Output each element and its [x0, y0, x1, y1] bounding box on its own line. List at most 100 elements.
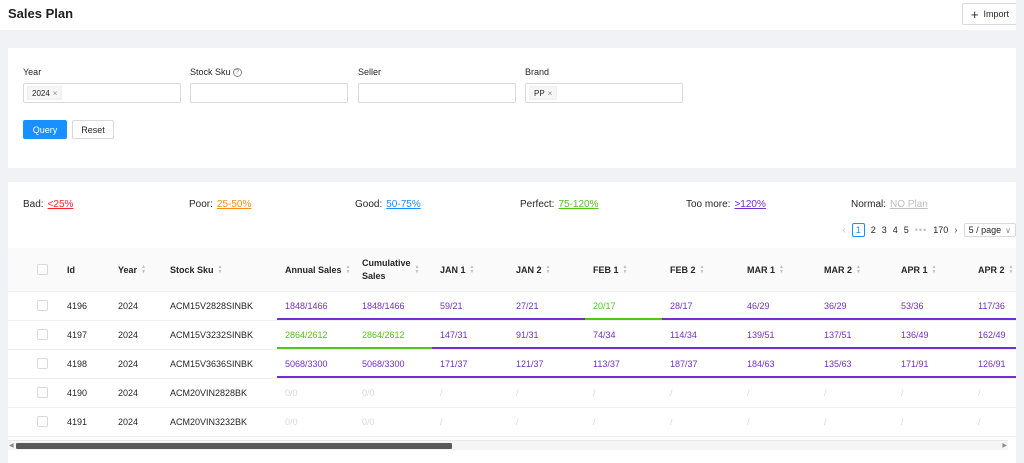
cell-sales-value: 5068/3300 [285, 358, 328, 369]
column-header[interactable]: Stock Sku ▲ ▼ [170, 248, 222, 292]
cell-sales-value: 121/37 [516, 358, 544, 369]
scroll-right-icon[interactable]: ▶ [1002, 442, 1007, 449]
cell-sales-value: 91/31 [516, 329, 539, 340]
scrollbar-thumb[interactable] [16, 443, 452, 449]
import-button[interactable]: + Import [961, 3, 1018, 25]
cell-year: 2024 [118, 358, 139, 369]
status-underline [508, 318, 585, 320]
column-header[interactable]: Annual Sales ▲ ▼ [285, 248, 350, 292]
status-underline [739, 318, 816, 320]
sort-icon[interactable]: ▲ ▼ [470, 265, 475, 275]
legend-item: Too more: >120% [686, 199, 766, 210]
column-header[interactable]: JAN 2 ▲ ▼ [516, 248, 550, 292]
page-title: Sales Plan [8, 6, 74, 21]
column-header[interactable]: Year ▲ ▼ [118, 248, 146, 292]
table-row[interactable]: 4196 2024 ACM15V2828SINBK 1848/1466 1848/146… [8, 292, 1024, 321]
horizontal-scrollbar[interactable]: ◀ ▶ [8, 440, 1008, 450]
column-header-label: Id [67, 265, 75, 275]
column-header[interactable]: JAN 1 ▲ ▼ [440, 248, 474, 292]
cell-sales-value: 139/51 [747, 329, 775, 340]
page-4[interactable]: 4 [893, 225, 898, 235]
column-header[interactable]: FEB 1 ▲ ▼ [593, 248, 627, 292]
tag-close-icon[interactable]: × [548, 89, 553, 98]
page-2[interactable]: 2 [871, 225, 876, 235]
sort-icon[interactable]: ▲ ▼ [346, 265, 351, 275]
sort-icon[interactable]: ▲ ▼ [415, 265, 420, 275]
brand-select[interactable]: PP × [525, 83, 683, 103]
year-select[interactable]: 2024 × [23, 83, 181, 103]
column-header-label: Cumulative Sales [362, 258, 411, 281]
stock-sku-input[interactable] [190, 83, 348, 103]
column-header[interactable]: APR 1 ▲ ▼ [901, 248, 936, 292]
brand-label: Brand [525, 67, 550, 77]
table-row[interactable]: 4190 2024 ACM20VIN2828BK 0/0 0/0 / / / / / / / / [8, 379, 1024, 408]
sort-icon[interactable]: ▲ ▼ [700, 265, 705, 275]
row-checkbox[interactable] [37, 358, 48, 369]
sort-icon[interactable]: ▲ ▼ [546, 265, 551, 275]
cell-sales-value: / [901, 416, 904, 427]
table-row[interactable]: 4198 2024 ACM15V3636SINBK 5068/3300 5068/330… [8, 350, 1024, 379]
page-3[interactable]: 3 [882, 225, 887, 235]
help-icon[interactable]: ? [232, 68, 242, 78]
cell-sales-value: / [978, 387, 981, 398]
more-pages-icon[interactable]: ••• [915, 225, 927, 235]
column-header[interactable]: FEB 2 ▲ ▼ [670, 248, 704, 292]
sort-icon[interactable]: ▲ ▼ [1009, 265, 1014, 275]
row-checkbox[interactable] [37, 300, 48, 311]
scroll-left-icon[interactable]: ◀ [9, 442, 14, 449]
cell-sales-value: 171/91 [901, 358, 929, 369]
row-checkbox[interactable] [37, 416, 48, 427]
page-size-select[interactable]: 5 / page ∨ [963, 223, 1016, 237]
legend-value: 50-75% [386, 199, 421, 210]
seller-input[interactable] [358, 83, 516, 103]
legend-item: Bad: <25% [23, 199, 73, 210]
cell-sales-value: 171/37 [440, 358, 468, 369]
reset-button[interactable]: Reset [72, 120, 114, 139]
sort-icon[interactable]: ▲ ▼ [623, 265, 628, 275]
cell-sales-value: 2864/2612 [285, 329, 328, 340]
next-page-icon[interactable]: › [954, 225, 957, 236]
page-1[interactable]: 1 [851, 223, 865, 237]
column-header-label: Year [118, 265, 138, 275]
column-header[interactable]: Cumulative Sales ▲ ▼ [362, 248, 419, 292]
legend-value: <25% [47, 199, 74, 210]
row-checkbox[interactable] [37, 329, 48, 340]
sort-icon[interactable]: ▲ ▼ [932, 265, 937, 275]
cell-id: 4196 [67, 300, 88, 311]
status-underline [354, 347, 432, 349]
cell-sales-value: 117/36 [978, 300, 1005, 311]
page-last[interactable]: 170 [933, 225, 948, 235]
table-row[interactable]: 4191 2024 ACM20VIN3232BK 0/0 0/0 / / / / / / / / [8, 408, 1024, 437]
select-all-checkbox[interactable] [37, 264, 48, 275]
cell-sales-value: 137/51 [824, 329, 852, 340]
tag-close-icon[interactable]: × [53, 89, 58, 98]
table-row[interactable]: 4197 2024 ACM15V3232SINBK 2864/2612 2864/261… [8, 321, 1024, 350]
column-header[interactable]: MAR 1 ▲ ▼ [747, 248, 784, 292]
sort-icon[interactable]: ▲ ▼ [141, 265, 146, 275]
prev-page-icon[interactable]: ‹ [842, 225, 845, 236]
legend-label: Poor: [189, 199, 213, 210]
cell-sku: ACM15V2828SINBK [170, 300, 254, 311]
cell-sales-value: 136/49 [901, 329, 929, 340]
query-button[interactable]: Query [23, 120, 67, 139]
cell-sales-value: / [670, 416, 673, 427]
column-header-label: JAN 2 [516, 265, 542, 275]
column-header[interactable]: APR 2 ▲ ▼ [978, 248, 1013, 292]
pagination: ‹ 1 2 3 4 5 ••• 170 › 5 / page ∨ [842, 222, 1016, 238]
cell-sales-value: / [824, 416, 827, 427]
year-label: Year [23, 67, 42, 77]
column-header[interactable]: MAR 2 ▲ ▼ [824, 248, 861, 292]
legend-item: Good: 50-75% [355, 199, 421, 210]
sort-icon[interactable]: ▲ ▼ [218, 265, 223, 275]
brand-tag-label: PP [534, 89, 545, 98]
status-underline [662, 376, 739, 378]
cell-sales-value: 126/91 [978, 358, 1006, 369]
row-checkbox[interactable] [37, 387, 48, 398]
cell-sales-value: 1848/1466 [285, 300, 328, 311]
brand-tag: PP × [529, 86, 558, 100]
sort-icon[interactable]: ▲ ▼ [779, 265, 784, 275]
page-5[interactable]: 5 [904, 225, 909, 235]
column-header-label: MAR 2 [824, 265, 853, 275]
legend-label: Perfect: [520, 199, 555, 210]
sort-icon[interactable]: ▲ ▼ [856, 265, 861, 275]
